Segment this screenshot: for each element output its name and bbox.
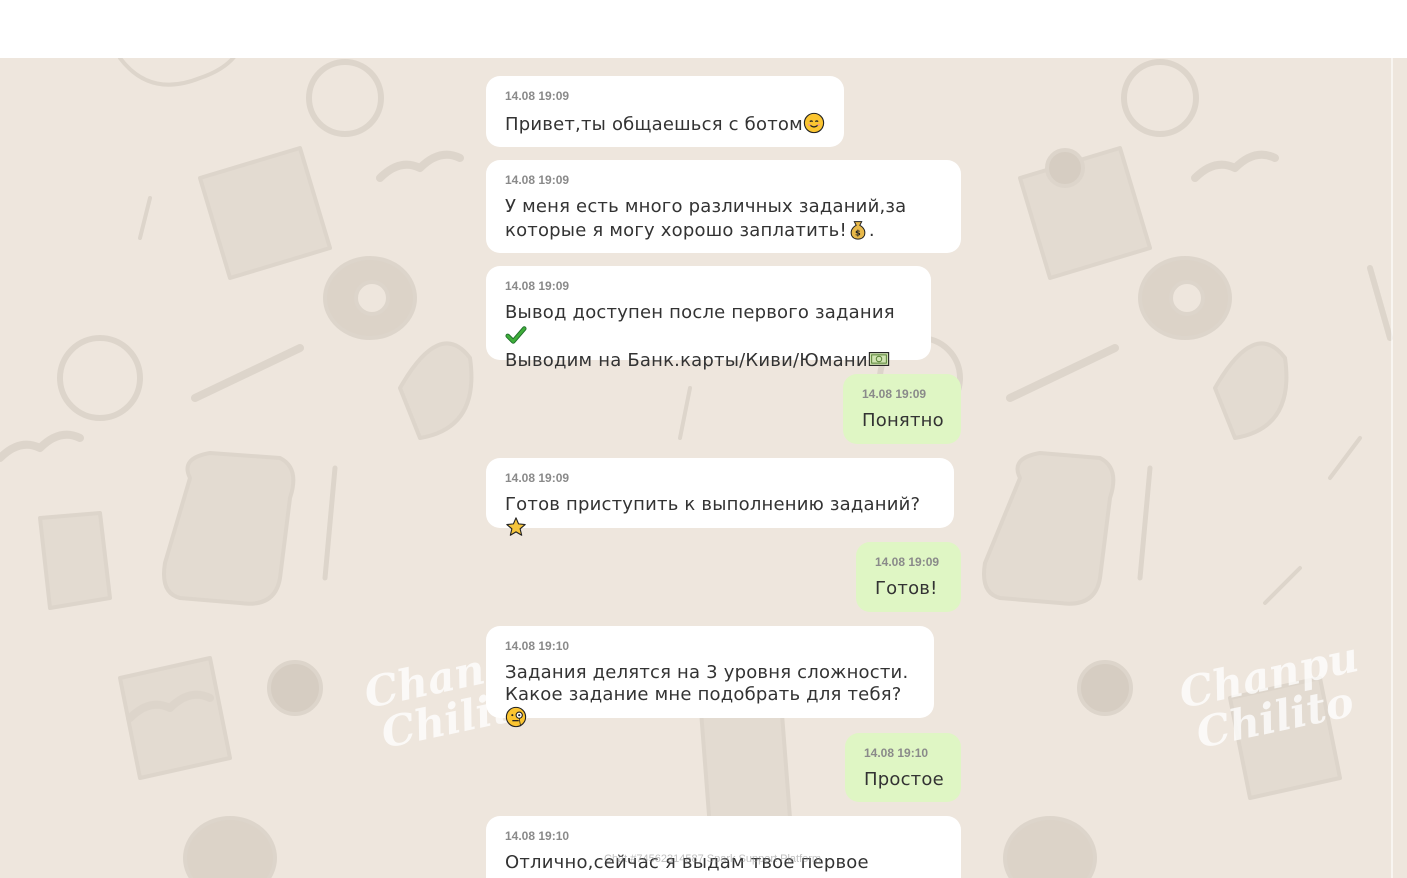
message-text: Готов!	[875, 578, 938, 599]
money-bag-icon: $	[850, 221, 866, 240]
check-mark-icon	[505, 326, 527, 344]
footer-caption: Chat #74562314587 Spark Support Platform	[604, 853, 822, 865]
message-text: Понятно	[862, 410, 944, 431]
message-incoming: 14.08 19:09 У меня есть много различных …	[486, 160, 961, 253]
message-incoming: 14.08 19:09 Готов приступить к выполнени…	[486, 458, 954, 536]
face-with-monocle-icon	[505, 706, 527, 728]
star-icon	[506, 517, 526, 536]
message-outgoing: 14.08 19:09 Готов!	[856, 542, 961, 612]
message-incoming: 14.08 19:09 Привет,ты общаешься с ботом	[486, 76, 844, 147]
smiling-face-icon	[803, 112, 825, 134]
message-incoming: 14.08 19:10 Отлично,сейчас я выдам твое …	[486, 816, 961, 878]
message-text: Вывод доступен после первого задания Выво…	[505, 302, 895, 371]
message-incoming: 14.08 19:10 Задания делятся на 3 уровня …	[486, 626, 934, 728]
message-timestamp: 14.08 19:09	[875, 555, 940, 569]
message-text: У меня есть много различных заданий,за ко…	[505, 196, 907, 241]
dollar-banknote-icon	[868, 352, 889, 366]
message-timestamp: 14.08 19:09	[505, 279, 570, 293]
scroll-edge	[1391, 58, 1393, 878]
top-bar	[0, 0, 1407, 58]
svg-text:$: $	[855, 227, 861, 237]
message-timestamp: 14.08 19:10	[864, 746, 929, 760]
message-text: Привет,ты общаешься с ботом	[505, 112, 825, 136]
message-text: Задания делятся на 3 уровня сложности. Ка…	[505, 662, 915, 730]
message-incoming: 14.08 19:09 Вывод доступен после первого…	[486, 266, 931, 371]
message-timestamp: 14.08 19:09	[505, 89, 570, 103]
message-timestamp: 14.08 19:09	[862, 387, 927, 401]
message-timestamp: 14.08 19:09	[505, 173, 570, 187]
message-timestamp: 14.08 19:10	[505, 829, 570, 843]
message-outgoing: 14.08 19:09 Понятно	[843, 374, 961, 444]
message-timestamp: 14.08 19:10	[505, 639, 570, 653]
message-timestamp: 14.08 19:09	[505, 471, 570, 485]
message-text: Готов приступить к выполнению заданий?	[505, 494, 935, 540]
message-text: Простое	[864, 769, 944, 790]
message-outgoing: 14.08 19:10 Простое	[845, 733, 961, 802]
